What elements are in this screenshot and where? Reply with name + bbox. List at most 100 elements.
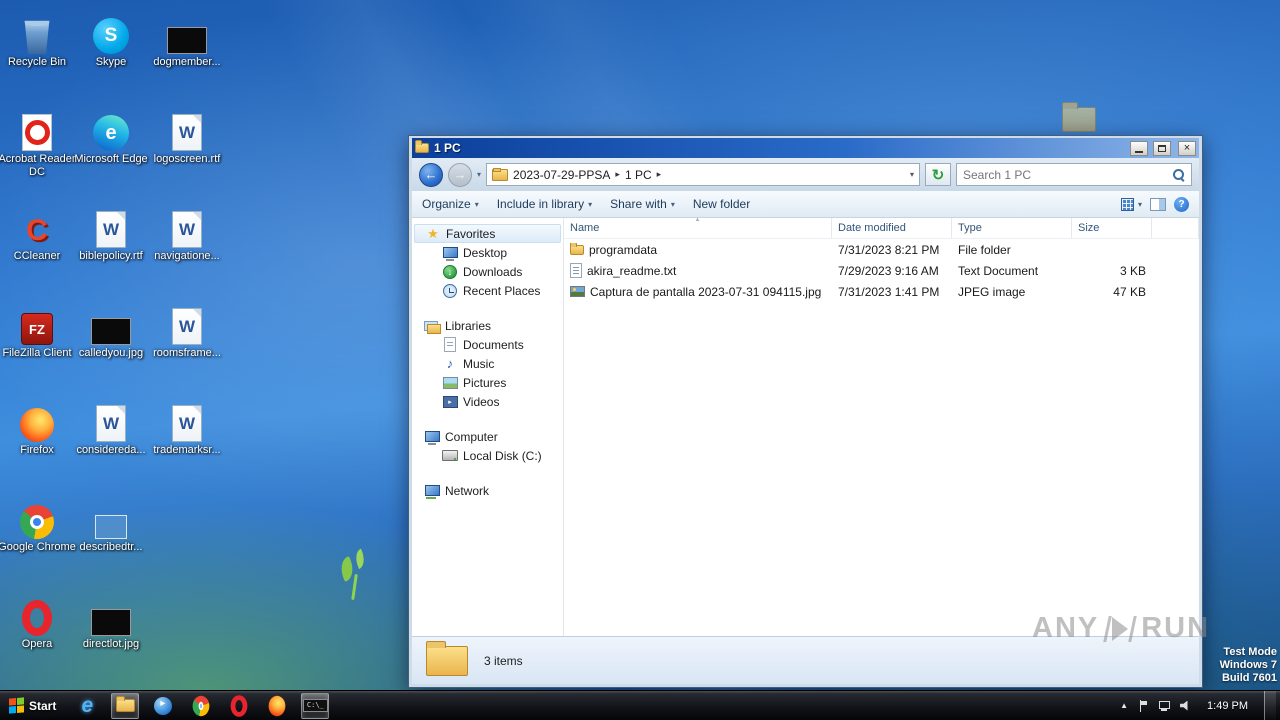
sidebar-label: Network — [445, 483, 490, 498]
show-desktop-button[interactable] — [1264, 691, 1276, 720]
back-button[interactable]: ← — [419, 162, 443, 187]
minimize-button[interactable] — [1130, 140, 1148, 156]
chrome-icon — [20, 505, 54, 539]
sidebar-item-pictures[interactable]: Pictures — [414, 373, 561, 392]
desktop-icon-firefox[interactable]: Firefox — [0, 394, 74, 491]
chevron-down-icon: ▾ — [474, 199, 479, 209]
chevron-down-icon: ▾ — [670, 199, 675, 209]
breadcrumb-folder-icon — [492, 167, 508, 183]
sidebar-item-favorites[interactable]: Favorites — [414, 224, 561, 243]
address-dropdown-icon[interactable]: ▾ — [910, 170, 914, 179]
start-label: Start — [29, 698, 57, 713]
desktop-icon-column-3: dogmember... logoscreen.rtf navigatione.… — [150, 6, 224, 491]
icon-label: Recycle Bin — [7, 56, 67, 68]
sidebar-item-music[interactable]: Music — [414, 354, 561, 373]
preview-pane-button[interactable] — [1150, 197, 1166, 211]
desktop-icon-filezilla[interactable]: FileZilla Client — [0, 297, 74, 394]
desktop-icon-chrome[interactable]: Google Chrome — [0, 491, 76, 588]
desktop-icon-ccleaner[interactable]: CCleaner — [0, 200, 74, 297]
network-tray-icon[interactable] — [1158, 700, 1171, 711]
desktop-icon-trademarksr[interactable]: trademarksr... — [150, 394, 224, 491]
search-icon — [1172, 168, 1185, 181]
desktop-icon-considereda[interactable]: considereda... — [74, 394, 148, 491]
desktop-icon-navigatione[interactable]: navigatione... — [150, 200, 224, 297]
taskbar-explorer-button[interactable] — [111, 692, 140, 719]
column-header-date-modified[interactable]: Date modified — [832, 218, 952, 238]
breadcrumb[interactable]: 2023-07-29-PPSA ▸ 1 PC ▸ ▾ — [486, 163, 920, 186]
wallpaper-sprout — [338, 554, 372, 600]
titlebar[interactable]: 1 PC × — [412, 138, 1199, 158]
sort-ascending-icon: ▲ — [694, 217, 701, 223]
refresh-button[interactable]: ↻ — [925, 163, 951, 186]
icon-label: navigatione... — [154, 250, 220, 262]
taskbar-cmd-button[interactable]: C:\_ — [301, 692, 330, 719]
clock[interactable]: 1:49 PM — [1207, 700, 1248, 712]
start-button[interactable]: Start — [0, 691, 65, 720]
sidebar-item-libraries[interactable]: Libraries — [414, 316, 561, 335]
firefox-icon — [20, 408, 54, 442]
forward-button[interactable]: → — [448, 162, 472, 187]
crumb-separator-icon[interactable]: ▸ — [615, 169, 620, 180]
search-box[interactable] — [956, 163, 1192, 186]
file-row-akira-readme[interactable]: akira_readme.txt 7/29/2023 9:16 AM Text … — [564, 260, 1199, 281]
sidebar-item-network[interactable]: Network — [414, 481, 561, 500]
sidebar-item-local-disk[interactable]: Local Disk (C:) — [414, 446, 561, 465]
show-hidden-icons-button[interactable]: ▲ — [1120, 701, 1128, 710]
crumb-separator-icon[interactable]: ▸ — [657, 169, 662, 180]
taskbar-chrome-button[interactable] — [187, 693, 215, 719]
maximize-button[interactable] — [1153, 140, 1171, 156]
window-folder-icon — [415, 140, 429, 153]
close-button[interactable]: × — [1178, 140, 1196, 156]
breadcrumb-item[interactable]: 1 PC — [625, 168, 652, 182]
new-folder-button[interactable]: New folder — [693, 197, 750, 211]
taskbar-media-player-button[interactable] — [149, 693, 177, 719]
sidebar-label: Videos — [463, 394, 500, 409]
sidebar-label: Music — [463, 356, 495, 371]
change-view-button[interactable]: ▾ — [1120, 197, 1142, 211]
history-dropdown-icon[interactable]: ▾ — [477, 170, 481, 179]
breadcrumb-item[interactable]: 2023-07-29-PPSA — [513, 168, 610, 182]
desktop-icon-acrobat[interactable]: Acrobat Reader DC — [0, 103, 76, 200]
desktop-icon-directlot[interactable]: directlot.jpg — [74, 588, 148, 685]
taskbar-firefox-button[interactable] — [263, 693, 291, 719]
desktop-icon-recycle-bin[interactable]: Recycle Bin — [0, 6, 74, 103]
organize-button[interactable]: Organize ▾ — [422, 197, 479, 211]
taskbar-opera-button[interactable] — [225, 693, 253, 719]
desktop-icon-calledyou[interactable]: calledyou.jpg — [74, 297, 148, 394]
sidebar-item-videos[interactable]: Videos — [414, 392, 561, 411]
sidebar-item-computer[interactable]: Computer — [414, 427, 561, 446]
sidebar-item-recent-places[interactable]: Recent Places — [414, 281, 561, 300]
icon-label: Microsoft Edge — [74, 153, 148, 165]
action-center-icon[interactable] — [1138, 699, 1148, 712]
desktop-icon-logoscreen[interactable]: logoscreen.rtf — [150, 103, 224, 200]
search-input[interactable] — [963, 167, 1168, 182]
image-thumbnail-icon — [91, 318, 131, 345]
desktop-icon-describedtr[interactable]: describedtr... — [74, 491, 148, 588]
sidebar-item-downloads[interactable]: Downloads — [414, 262, 561, 281]
desktop-icon-edge[interactable]: Microsoft Edge — [74, 103, 148, 200]
desktop-icon-roomsframe[interactable]: roomsframe... — [150, 297, 224, 394]
share-with-button[interactable]: Share with ▾ — [610, 197, 675, 211]
include-in-library-button[interactable]: Include in library ▾ — [497, 197, 592, 211]
command-toolbar: Organize ▾ Include in library ▾ Share wi… — [412, 191, 1199, 218]
network-icon — [424, 483, 440, 499]
status-folder-icon — [426, 640, 468, 676]
file-name: programdata — [589, 242, 658, 257]
help-button[interactable]: ? — [1174, 196, 1189, 212]
file-row-captura[interactable]: Captura de pantalla 2023-07-31 094115.jp… — [564, 281, 1199, 302]
desktop-icon-dogmember[interactable]: dogmember... — [150, 6, 224, 103]
column-header-name[interactable]: ▲ Name — [564, 217, 832, 238]
acrobat-icon — [22, 114, 52, 151]
volume-icon[interactable] — [1180, 700, 1188, 711]
desktop-icon-skype[interactable]: Skype — [74, 6, 148, 103]
sidebar-item-desktop[interactable]: Desktop — [414, 243, 561, 262]
desktop-icon-biblepolicy[interactable]: biblepolicy.rtf — [74, 200, 148, 297]
taskbar-internet-explorer-button[interactable] — [73, 693, 101, 719]
column-header-size[interactable]: Size — [1072, 218, 1152, 238]
file-date: 7/31/2023 1:41 PM — [838, 284, 940, 299]
desktop-icon-opera[interactable]: Opera — [0, 588, 74, 685]
sidebar-item-documents[interactable]: Documents — [414, 335, 561, 354]
column-header-type[interactable]: Type — [952, 218, 1072, 238]
item-count: 3 items — [484, 653, 523, 668]
file-row-programdata[interactable]: programdata 7/31/2023 8:21 PM File folde… — [564, 239, 1199, 260]
